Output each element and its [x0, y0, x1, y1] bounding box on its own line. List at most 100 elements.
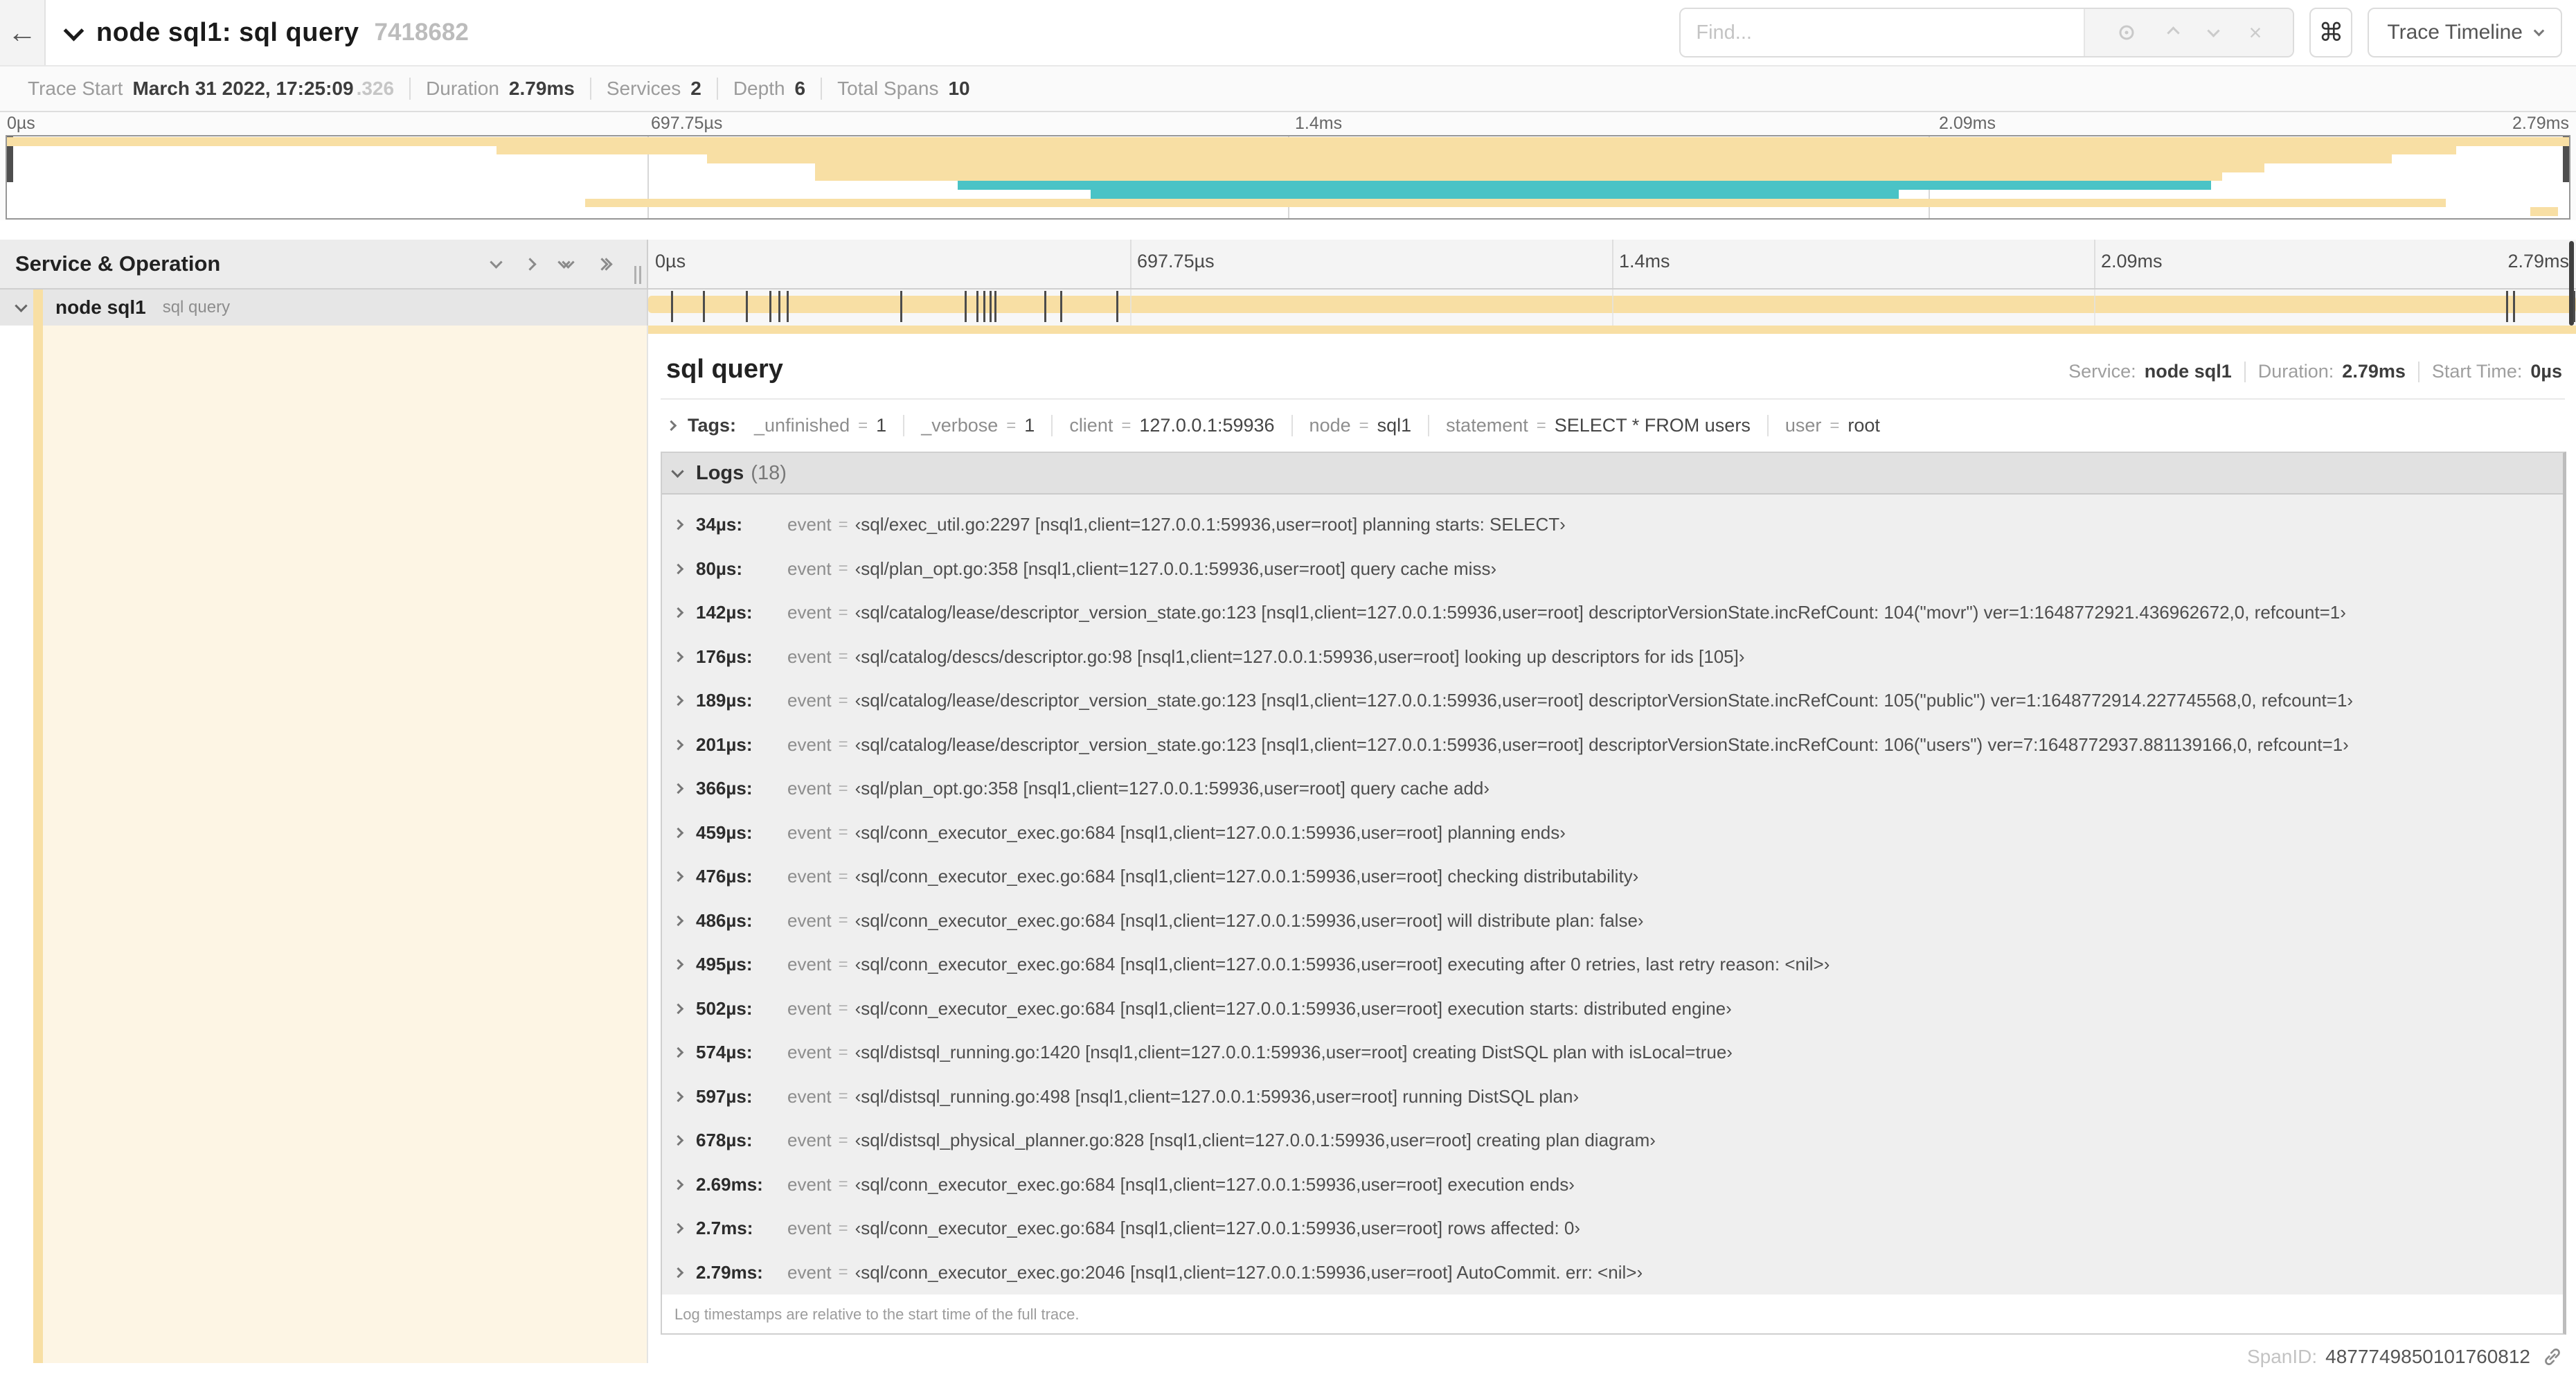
equals-sign: = — [838, 603, 848, 622]
log-expand-chevron-icon — [672, 1222, 684, 1234]
equals-sign: = — [838, 779, 848, 798]
log-row[interactable]: 476µs: event = ‹sql/conn_executor_exec.go:6… — [662, 855, 2563, 899]
detail-start-label: Start Time: — [2431, 361, 2523, 382]
depth-value: 6 — [794, 78, 806, 99]
minimap-span-bar — [815, 163, 2264, 172]
timeline-gridline — [1130, 240, 1132, 288]
equals-sign: = — [838, 911, 848, 930]
detail-duration-label: Duration: — [2257, 361, 2334, 382]
log-row[interactable]: 201µs: event = ‹sql/catalog/lease/descripto… — [662, 723, 2563, 767]
find-clear-icon[interactable]: × — [2249, 21, 2262, 44]
depth-label: Depth — [733, 78, 785, 99]
logs-header[interactable]: Logs (18) — [662, 453, 2563, 495]
expand-one-icon[interactable] — [524, 257, 537, 271]
detail-panel: sql query Service: node sql1 Duration: 2… — [648, 326, 2576, 1367]
log-row[interactable]: 366µs: event = ‹sql/plan_opt.go:358 [nsql1,… — [662, 767, 2563, 811]
log-expand-chevron-icon — [672, 871, 684, 882]
log-message: ‹sql/distsql_running.go:1420 [nsql1,clie… — [855, 1042, 1733, 1063]
log-row[interactable]: 2.79ms: event = ‹sql/conn_executor_exec.go:… — [662, 1251, 2563, 1295]
log-row[interactable]: 459µs: event = ‹sql/conn_executor_exec.go:6… — [662, 811, 2563, 855]
column-resizer-handle[interactable] — [634, 266, 641, 284]
log-message: ‹sql/plan_opt.go:358 [nsql1,client=127.0… — [855, 558, 1497, 579]
log-timestamp: 2.7ms: — [696, 1218, 753, 1239]
find-next-icon[interactable] — [2206, 24, 2220, 37]
trace-start-fraction: .326 — [356, 78, 395, 99]
log-row[interactable]: 678µs: event = ‹sql/distsql_physical_planne… — [662, 1119, 2563, 1163]
log-field-name: event — [787, 1218, 832, 1239]
log-timestamp: 366µs: — [696, 778, 753, 799]
equals-sign: = — [838, 1218, 848, 1238]
detail-row-background — [43, 326, 647, 1363]
collapse-one-icon[interactable] — [490, 255, 503, 269]
log-message: ‹sql/conn_executor_exec.go:684 [nsql1,cl… — [855, 954, 1830, 975]
tag-item: client = 127.0.0.1:59936 — [1051, 415, 1291, 436]
log-message: ‹sql/conn_executor_exec.go:684 [nsql1,cl… — [855, 1173, 1575, 1195]
span-row-name-cell[interactable]: node sql1 sql query — [0, 290, 648, 326]
log-row[interactable]: 142µs: event = ‹sql/catalog/lease/descripto… — [662, 591, 2563, 635]
log-row[interactable]: 486µs: event = ‹sql/conn_executor_exec.go:6… — [662, 899, 2563, 943]
log-timestamp: 574µs: — [696, 1042, 753, 1063]
log-row[interactable]: 189µs: event = ‹sql/catalog/lease/descripto… — [662, 679, 2563, 723]
log-timestamp: 597µs: — [696, 1085, 753, 1107]
log-row[interactable]: 2.7ms: event = ‹sql/conn_executor_exec.go:6… — [662, 1207, 2563, 1251]
tags-row[interactable]: Tags: _unfinished = 1 _verbose = 1 client = 127.… — [659, 400, 2566, 450]
equals-sign: = — [838, 735, 848, 754]
minimap-canvas[interactable] — [6, 135, 2570, 220]
log-expand-chevron-icon — [672, 519, 684, 531]
span-id-value: 4877749850101760812 — [2325, 1346, 2530, 1367]
tag-item: _unfinished = 1 — [754, 415, 903, 436]
log-expand-chevron-icon — [672, 739, 684, 751]
log-row[interactable]: 597µs: event = ‹sql/distsql_running.go:498 … — [662, 1075, 2563, 1119]
equals-sign: = — [1536, 416, 1546, 435]
log-row[interactable]: 502µs: event = ‹sql/conn_executor_exec.go:6… — [662, 987, 2563, 1031]
collapse-all-icon[interactable] — [557, 255, 575, 269]
view-selector-label: Trace Timeline — [2387, 21, 2523, 44]
collapse-trace-chevron-icon[interactable] — [63, 20, 84, 42]
service-operation-title: Service & Operation — [15, 251, 221, 276]
log-timestamp: 678µs: — [696, 1130, 753, 1151]
back-button[interactable]: ← — [0, 0, 46, 65]
duration-value: 2.79ms — [508, 78, 575, 99]
log-event-tick — [670, 291, 673, 322]
tag-key: client — [1069, 415, 1113, 436]
duration-label: Duration — [426, 78, 499, 99]
trace-start-meta: Trace Start March 31 2022, 17:25:09 .326 — [12, 78, 409, 100]
expand-all-icon[interactable] — [596, 257, 613, 271]
find-input[interactable] — [1681, 9, 2084, 56]
view-selector-button[interactable]: Trace Timeline — [2368, 8, 2562, 57]
minimap-span-bar — [496, 145, 2456, 155]
equals-sign: = — [838, 866, 848, 886]
ruler-tick-label: 2.79ms — [2512, 114, 2569, 133]
total-spans-meta: Total Spans 10 — [822, 78, 985, 100]
chevron-down-icon — [2533, 25, 2545, 36]
copy-link-icon[interactable] — [2541, 1346, 2564, 1368]
log-expand-chevron-icon — [672, 651, 684, 663]
span-row-timeline-cell — [648, 241, 2576, 326]
log-row[interactable]: 495µs: event = ‹sql/conn_executor_exec.go:6… — [662, 943, 2563, 987]
log-field-name: event — [787, 821, 832, 843]
ruler-tick-label: 2.79ms — [2507, 251, 2569, 272]
minimap-span-bar — [585, 198, 2447, 208]
equals-sign: = — [838, 647, 848, 666]
minimap-span-bar — [7, 137, 2569, 146]
log-row[interactable]: 80µs: event = ‹sql/plan_opt.go:358 [nsql1,c… — [662, 547, 2563, 591]
log-message: ‹sql/distsql_physical_planner.go:828 [ns… — [855, 1130, 1656, 1151]
ruler-tick-label: 697.75µs — [651, 114, 723, 133]
page-title: node sql1: sql query — [96, 17, 359, 47]
log-row[interactable]: 2.69ms: event = ‹sql/conn_executor_exec.go:… — [662, 1163, 2563, 1207]
span-collapse-chevron-icon[interactable] — [15, 299, 28, 312]
equals-sign: = — [838, 1042, 848, 1062]
log-row[interactable]: 176µs: event = ‹sql/catalog/descs/descripto… — [662, 635, 2563, 679]
timeline-gridline — [2094, 290, 2095, 326]
log-event-tick — [786, 291, 789, 322]
locate-icon[interactable] — [2116, 22, 2137, 43]
keyboard-shortcuts-button[interactable]: ⌘ — [2309, 8, 2353, 57]
find-prev-icon[interactable] — [2166, 26, 2180, 39]
log-row[interactable]: 574µs: event = ‹sql/distsql_running.go:1420… — [662, 1031, 2563, 1075]
log-event-tick — [976, 291, 978, 322]
timeline-gridline — [1130, 290, 1132, 326]
log-row[interactable]: 34µs: event = ‹sql/exec_util.go:2297 [nsql1… — [662, 503, 2563, 547]
log-expand-chevron-icon — [672, 783, 684, 794]
tag-value: sql1 — [1377, 415, 1412, 436]
log-expand-chevron-icon — [672, 1179, 684, 1191]
